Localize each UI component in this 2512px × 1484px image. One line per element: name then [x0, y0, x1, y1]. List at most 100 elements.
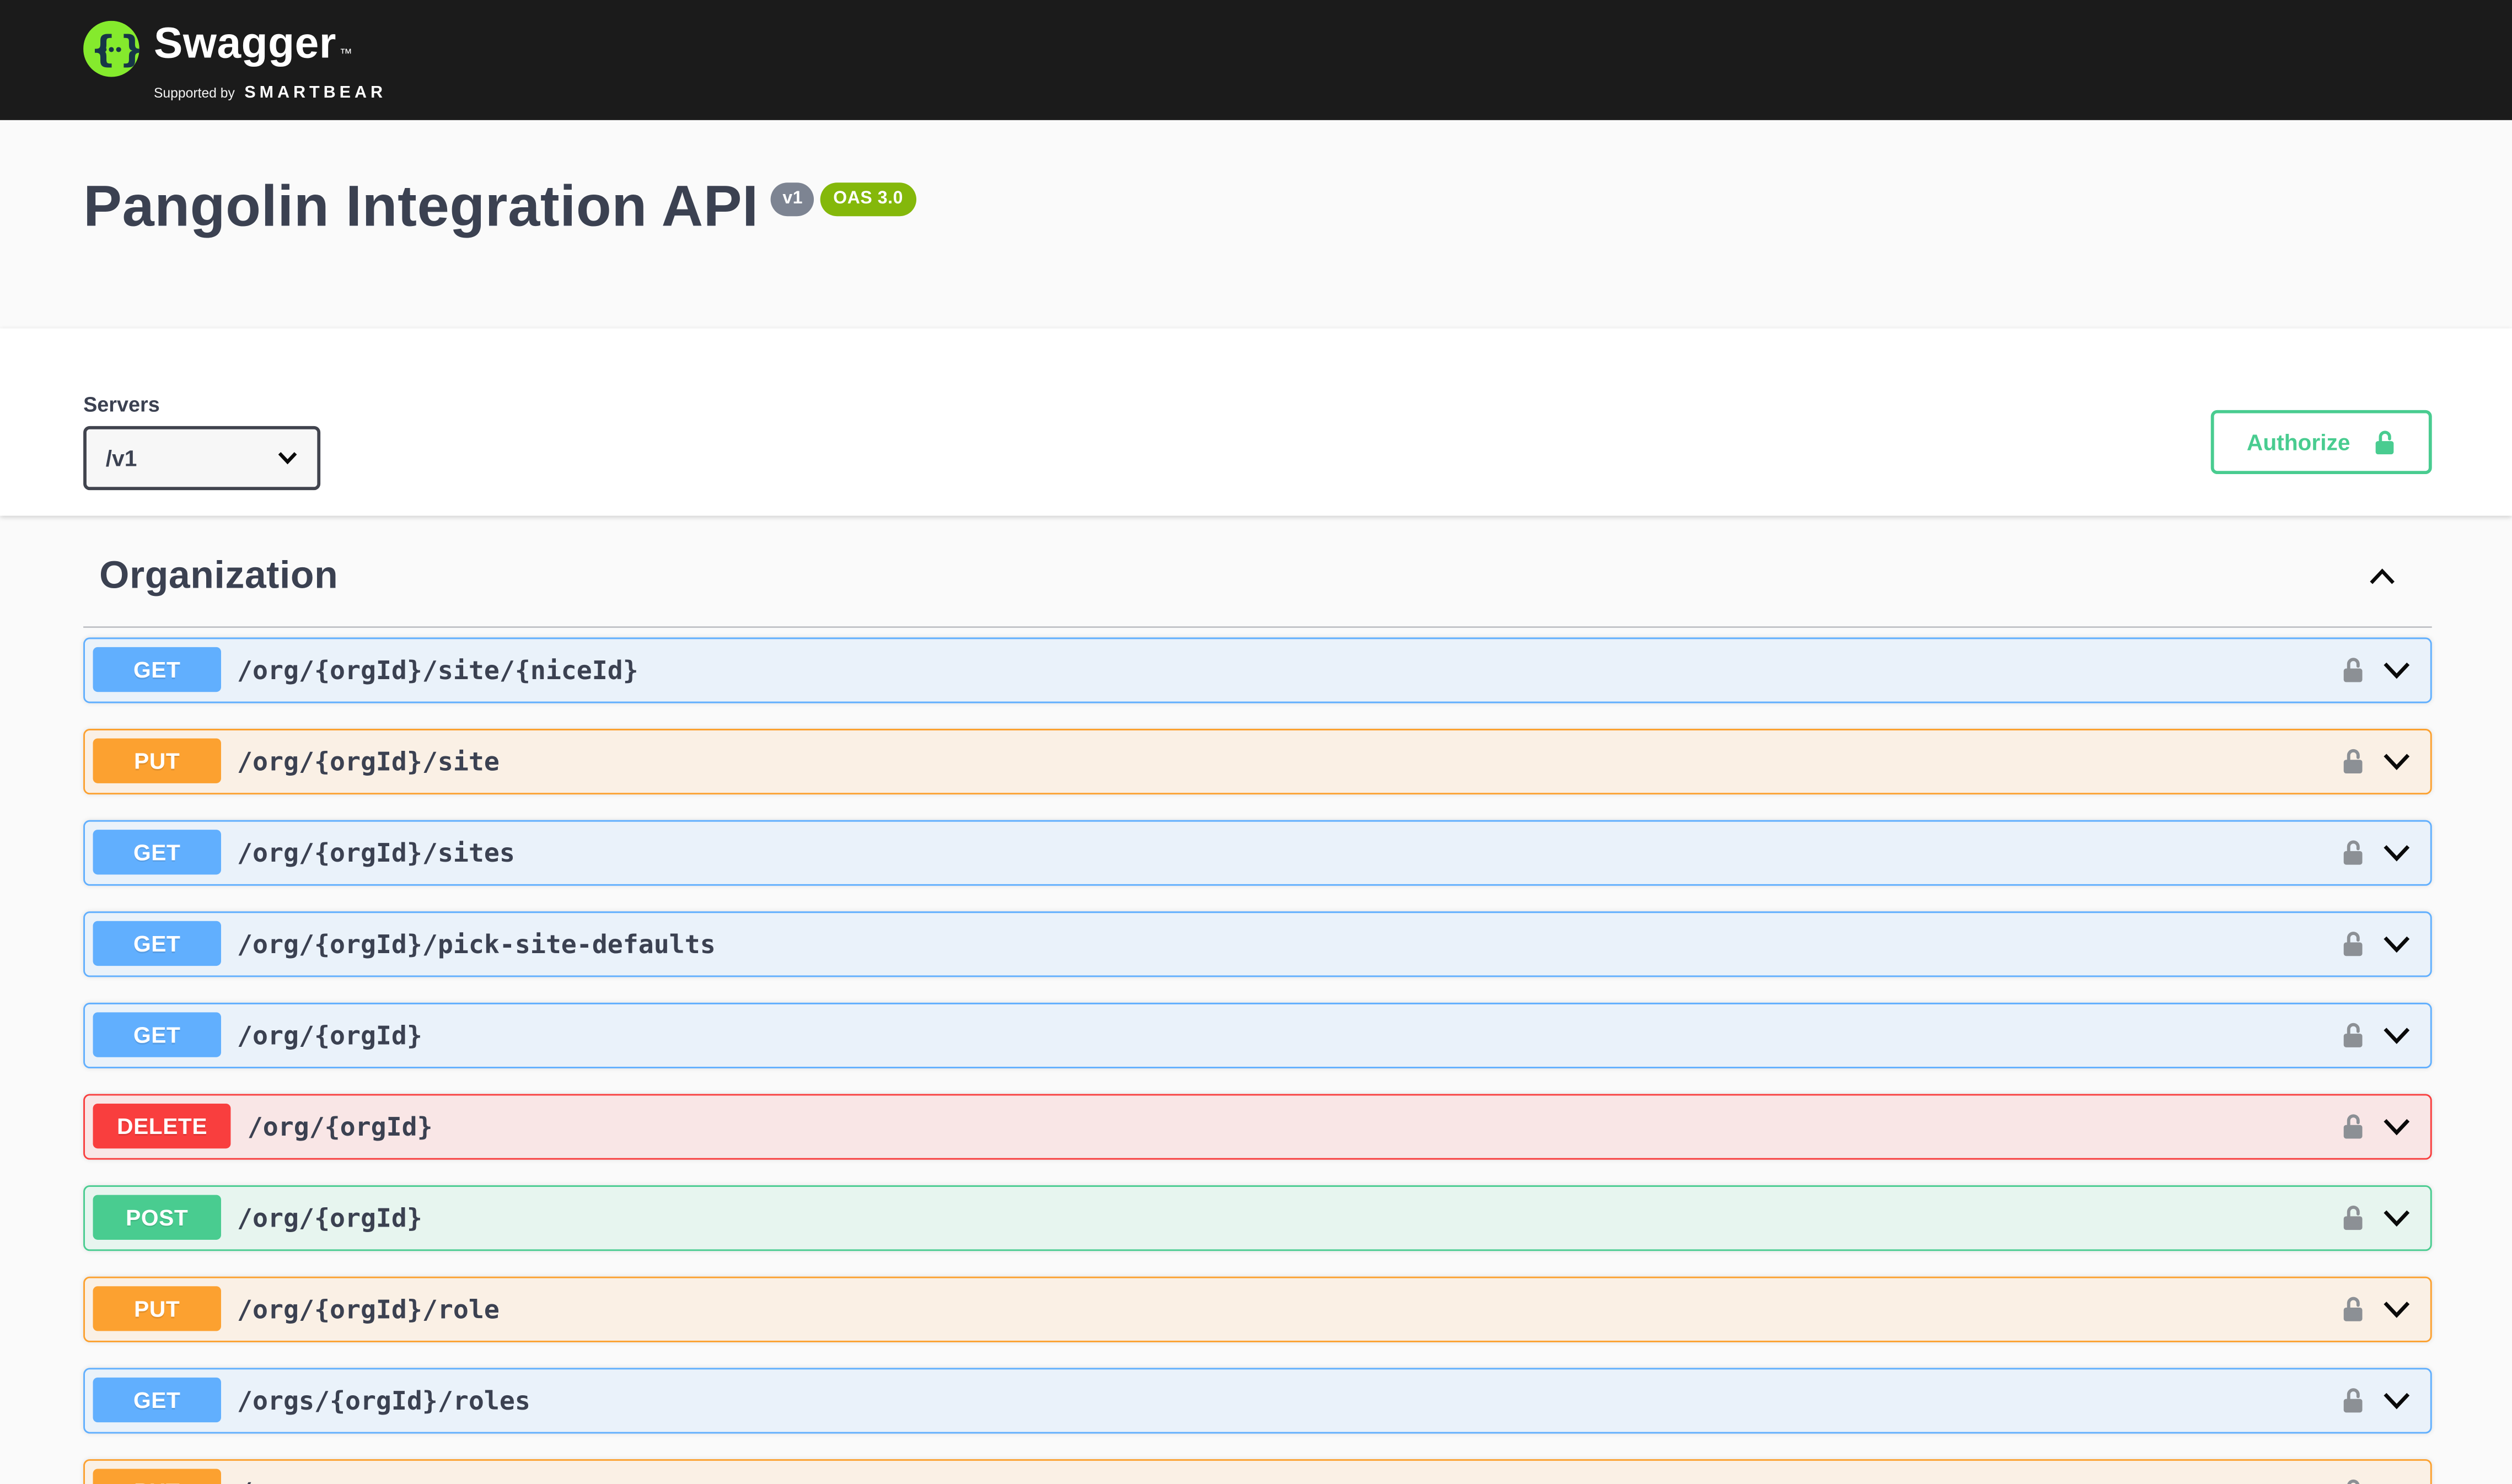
operation-row-icons [2340, 1111, 2423, 1142]
operation-row-get[interactable]: GET /org/{orgId} [83, 1002, 2432, 1068]
method-badge: GET [93, 922, 221, 966]
lock-icon[interactable] [2340, 1111, 2365, 1142]
operation-summary[interactable]: POST /org/{orgId} [85, 1186, 2430, 1249]
operation-path: /org/{orgId} [237, 1203, 422, 1233]
page: { } Swagger™ Supported by SMARTBEAR [0, 0, 2512, 1484]
operation-summary[interactable]: GET /org/{orgId}/site/{niceId} [85, 639, 2430, 701]
operation-row-icons [2340, 837, 2423, 868]
swagger-logo-link[interactable]: { } Swagger™ Supported by SMARTBEAR [83, 18, 387, 103]
chevron-down-icon[interactable] [2382, 751, 2411, 772]
brand-name: Swagger™ [154, 18, 387, 80]
smartbear-wordmark: SMARTBEAR [244, 83, 387, 103]
topbar: { } Swagger™ Supported by SMARTBEAR [0, 0, 2512, 120]
method-badge: POST [93, 1195, 221, 1240]
section-header-organization[interactable]: Organization [83, 516, 2432, 628]
operation-path: /org/{orgId} [248, 1111, 433, 1142]
topbar-inner: { } Swagger™ Supported by SMARTBEAR [83, 18, 2432, 103]
operation-row-get[interactable]: GET /orgs/{orgId}/roles [83, 1368, 2432, 1433]
servers-select[interactable]: /v1 [83, 426, 320, 490]
chevron-down-icon[interactable] [2382, 1207, 2411, 1228]
lock-icon[interactable] [2340, 746, 2365, 776]
operation-row-icons [2340, 1203, 2423, 1233]
lock-icon[interactable] [2340, 1020, 2365, 1050]
operation-row-post[interactable]: POST /org/{orgId} [83, 1185, 2432, 1251]
operation-summary[interactable]: PUT /org/{orgId}/site [85, 730, 2430, 792]
servers-selected-value: /v1 [106, 445, 137, 471]
operation-row-icons [2340, 1020, 2423, 1050]
section-title: Organization [99, 554, 338, 600]
method-badge: GET [93, 830, 221, 875]
operation-path: /orgs/{orgId}/roles [237, 1385, 530, 1416]
authorize-button[interactable]: Authorize [2212, 410, 2432, 474]
lock-icon[interactable] [2340, 1294, 2365, 1324]
operation-summary[interactable]: GET /orgs/{orgId}/roles [85, 1369, 2430, 1432]
lock-icon[interactable] [2340, 655, 2365, 685]
operation-row-get[interactable]: GET /org/{orgId}/pick-site-defaults [83, 911, 2432, 977]
operation-row-icons [2340, 1294, 2423, 1324]
operation-row-put[interactable]: PUT /org [83, 1459, 2432, 1484]
operation-row-delete[interactable]: DELETE /org/{orgId} [83, 1094, 2432, 1159]
operation-row-put[interactable]: PUT /org/{orgId}/site [83, 728, 2432, 794]
chevron-down-icon[interactable] [2382, 1025, 2411, 1046]
svg-text:}: } [119, 28, 139, 71]
page-title: Pangolin Integration API v1 OAS 3.0 [83, 178, 2432, 236]
version-badge: v1 [771, 182, 814, 216]
method-badge: GET [93, 1013, 221, 1057]
operation-summary[interactable]: PUT /org/{orgId}/role [85, 1278, 2430, 1340]
chevron-down-icon[interactable] [2382, 1481, 2411, 1484]
method-badge: PUT [93, 1469, 221, 1484]
operations-list: GET /org/{orgId}/site/{niceId} PUT /org/… [83, 627, 2432, 1484]
chevron-down-icon[interactable] [2382, 1390, 2411, 1411]
operation-path: /org/{orgId} [237, 1020, 422, 1050]
chevron-down-icon[interactable] [2382, 660, 2411, 681]
oas-badge: OAS 3.0 [820, 182, 916, 216]
operation-row-icons [2340, 1385, 2423, 1416]
operation-row-get[interactable]: GET /org/{orgId}/sites [83, 820, 2432, 885]
chevron-down-icon[interactable] [2382, 933, 2411, 954]
tagline-prefix: Supported by [154, 85, 235, 101]
info-section: Pangolin Integration API v1 OAS 3.0 [0, 120, 2512, 329]
api-title-text: Pangolin Integration API [83, 178, 759, 236]
chevron-down-icon[interactable] [2382, 1116, 2411, 1137]
operation-path: /org/{orgId}/role [237, 1294, 500, 1324]
method-badge: GET [93, 1378, 221, 1423]
chevron-up-icon[interactable] [2368, 568, 2396, 587]
lock-icon[interactable] [2340, 837, 2365, 868]
title-badges: v1 OAS 3.0 [771, 182, 916, 216]
authorize-label: Authorize [2247, 429, 2350, 455]
method-badge: PUT [93, 739, 221, 783]
lock-icon[interactable] [2340, 1203, 2365, 1233]
operation-path: /org/{orgId}/site/{niceId} [237, 655, 638, 685]
tagline: Supported by SMARTBEAR [154, 83, 387, 103]
operation-summary[interactable]: PUT /org [85, 1460, 2430, 1484]
method-badge: DELETE [93, 1104, 232, 1149]
operation-path: /org/{orgId}/pick-site-defaults [237, 929, 716, 959]
operation-path: /org/{orgId}/sites [237, 837, 515, 868]
servers-label: Servers [83, 392, 320, 417]
lock-icon[interactable] [2340, 1385, 2365, 1416]
lock-icon[interactable] [2340, 929, 2365, 959]
operation-row-put[interactable]: PUT /org/{orgId}/role [83, 1276, 2432, 1342]
method-badge: GET [93, 648, 221, 692]
operation-path: /org/{orgId}/site [237, 746, 500, 776]
operation-summary[interactable]: GET /org/{orgId}/pick-site-defaults [85, 913, 2430, 975]
lock-icon[interactable] [2340, 1476, 2365, 1484]
operation-row-icons [2340, 1476, 2423, 1484]
chevron-down-icon[interactable] [2382, 1299, 2411, 1320]
operation-summary[interactable]: DELETE /org/{orgId} [85, 1095, 2430, 1158]
unlock-icon [2373, 427, 2397, 457]
operation-row-icons [2340, 746, 2423, 776]
operation-summary[interactable]: GET /org/{orgId}/sites [85, 821, 2430, 884]
operation-row-get[interactable]: GET /org/{orgId}/site/{niceId} [83, 637, 2432, 703]
main-content: Organization GET /org/{orgId}/site/{nice… [83, 516, 2432, 1484]
servers-block: Servers /v1 [83, 392, 320, 490]
chevron-down-icon [277, 451, 298, 464]
scheme-container: Servers /v1 Authorize [0, 329, 2512, 516]
method-badge: PUT [93, 1287, 221, 1331]
operation-row-icons [2340, 655, 2423, 685]
trademark-mark: ™ [340, 46, 353, 61]
operation-path: /org [237, 1476, 299, 1484]
logo-text: Swagger™ Supported by SMARTBEAR [154, 18, 387, 103]
operation-summary[interactable]: GET /org/{orgId} [85, 1004, 2430, 1066]
chevron-down-icon[interactable] [2382, 842, 2411, 863]
